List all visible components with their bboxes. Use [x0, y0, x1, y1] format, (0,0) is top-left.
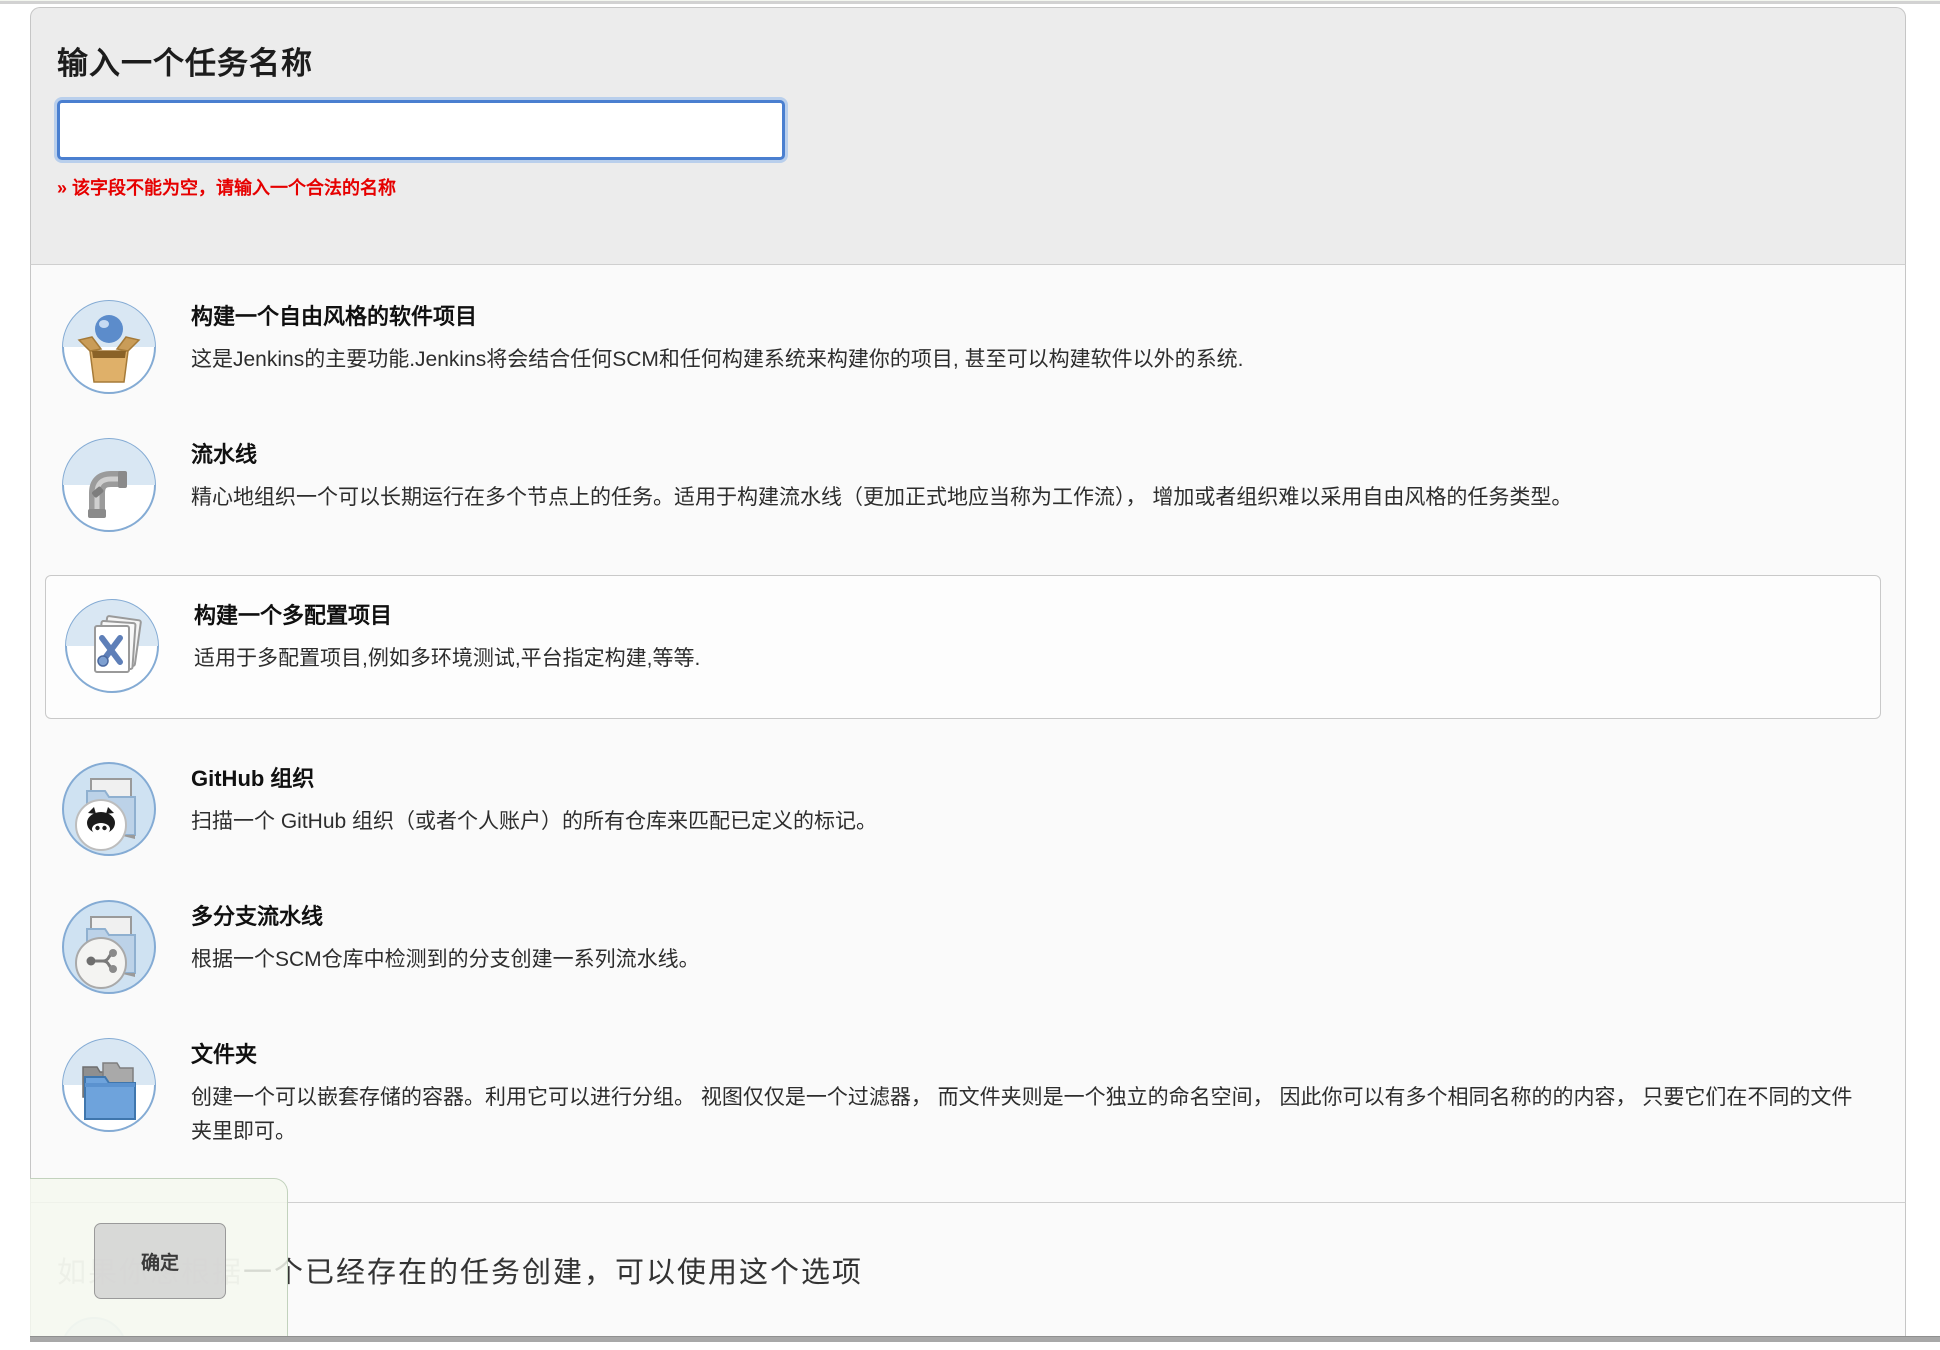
job-type-text: 文件夹 创建一个可以嵌套存储的容器。利用它可以进行分组。 视图仅仅是一个过滤器，… — [191, 1037, 1859, 1148]
job-type-description: 精心地组织一个可以长期运行在多个节点上的任务。适用于构建流水线（更加正式地应当称… — [191, 481, 1859, 515]
new-job-panel: 输入一个任务名称 » 该字段不能为空，请输入一个合法的名称 构建一个自由风格的软… — [30, 7, 1906, 1336]
save-sticker-overlay: 确定 — [30, 1178, 288, 1336]
job-type-description: 适用于多配置项目,例如多环境测试,平台指定构建,等等. — [194, 642, 1834, 676]
job-type-text: 构建一个自由风格的软件项目 这是Jenkins的主要功能.Jenkins将会结合… — [191, 299, 1859, 377]
page-title: 输入一个任务名称 — [57, 38, 1879, 83]
job-type-folder[interactable]: 文件夹 创建一个可以嵌套存储的容器。利用它可以进行分组。 视图仅仅是一个过滤器，… — [31, 1037, 1905, 1148]
job-type-title: 文件夹 — [191, 1037, 1859, 1069]
job-type-text: GitHub 组织 扫描一个 GitHub 组织（或者个人账户）的所有仓库来匹配… — [191, 761, 1859, 839]
job-type-title: 构建一个多配置项目 — [194, 598, 1834, 630]
job-type-text: 流水线 精心地组织一个可以长期运行在多个节点上的任务。适用于构建流水线（更加正式… — [191, 437, 1859, 515]
job-type-freestyle[interactable]: 构建一个自由风格的软件项目 这是Jenkins的主要功能.Jenkins将会结合… — [31, 299, 1905, 395]
ok-button[interactable]: 确定 — [94, 1223, 226, 1299]
job-type-description: 这是Jenkins的主要功能.Jenkins将会结合任何SCM和任何构建系统来构… — [191, 343, 1859, 377]
job-type-list: 构建一个自由风格的软件项目 这是Jenkins的主要功能.Jenkins将会结合… — [30, 265, 1906, 1203]
job-type-title: 流水线 — [191, 437, 1859, 469]
pipeline-icon — [61, 437, 157, 533]
job-type-title: 构建一个自由风格的软件项目 — [191, 299, 1859, 331]
multibranch-pipeline-icon — [61, 899, 157, 995]
freestyle-project-icon — [61, 299, 157, 395]
job-type-text: 构建一个多配置项目 适用于多配置项目,例如多环境测试,平台指定构建,等等. — [194, 598, 1834, 676]
job-type-title: GitHub 组织 — [191, 761, 1859, 793]
job-name-input[interactable] — [57, 100, 785, 160]
multi-configuration-icon — [64, 598, 160, 694]
job-type-description: 创建一个可以嵌套存储的容器。利用它可以进行分组。 视图仅仅是一个过滤器， 而文件… — [191, 1081, 1859, 1148]
job-type-text: 多分支流水线 根据一个SCM仓库中检测到的分支创建一系列流水线。 — [191, 899, 1859, 977]
page-top-strip — [0, 0, 1940, 4]
selected-job-type-box: 构建一个多配置项目 适用于多配置项目,例如多环境测试,平台指定构建,等等. — [45, 575, 1881, 719]
job-type-title: 多分支流水线 — [191, 899, 1859, 931]
job-type-multibranch-pipeline[interactable]: 多分支流水线 根据一个SCM仓库中检测到的分支创建一系列流水线。 — [31, 899, 1905, 995]
name-error-message: » 该字段不能为空，请输入一个合法的名称 — [57, 174, 1879, 200]
item-name-section: 输入一个任务名称 » 该字段不能为空，请输入一个合法的名称 — [30, 7, 1906, 265]
copy-existing-item-section: 如果你想根据一个已经存在的任务创建，可以使用这个选项 — [30, 1203, 1906, 1336]
bottom-divider-bar — [30, 1336, 1940, 1342]
job-type-github-organization[interactable]: GitHub 组织 扫描一个 GitHub 组织（或者个人账户）的所有仓库来匹配… — [31, 761, 1905, 857]
folder-icon — [61, 1037, 157, 1133]
job-type-pipeline[interactable]: 流水线 精心地组织一个可以长期运行在多个节点上的任务。适用于构建流水线（更加正式… — [31, 437, 1905, 533]
job-type-description: 根据一个SCM仓库中检测到的分支创建一系列流水线。 — [191, 943, 1859, 977]
job-type-description: 扫描一个 GitHub 组织（或者个人账户）的所有仓库来匹配已定义的标记。 — [191, 805, 1859, 839]
job-type-multi-configuration[interactable]: 构建一个多配置项目 适用于多配置项目,例如多环境测试,平台指定构建,等等. — [50, 598, 1880, 694]
copy-existing-hint-visible: 一个已经存在的任务创建，可以使用这个选项 — [243, 1257, 863, 1289]
github-organization-icon — [61, 761, 157, 857]
